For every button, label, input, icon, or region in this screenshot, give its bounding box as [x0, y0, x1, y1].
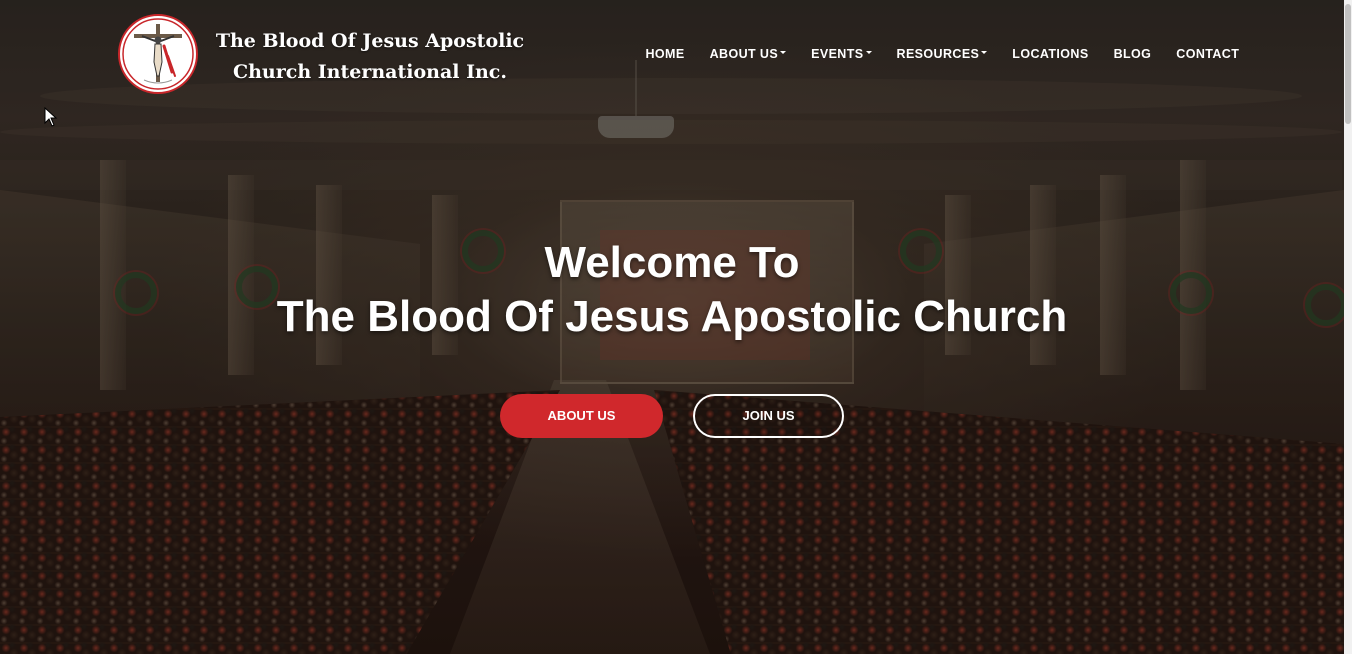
- page-scrollbar[interactable]: [1344, 0, 1352, 654]
- mouse-cursor-icon: [44, 107, 58, 127]
- nav-blog-label: BLOG: [1113, 47, 1152, 61]
- nav-locations[interactable]: LOCATIONS: [1000, 46, 1101, 62]
- crucifix-icon: [122, 18, 194, 90]
- caret-down-icon: [981, 51, 988, 55]
- hero-title-line-2: The Blood Of Jesus Apostolic Church: [276, 292, 1068, 341]
- nav-events-label: EVENTS: [811, 47, 864, 61]
- nav-home[interactable]: HOME: [633, 46, 697, 62]
- hero-section: The Blood Of Jesus Apostolic Church Inte…: [0, 0, 1352, 654]
- hero-title-line-1: Welcome To: [544, 238, 800, 287]
- nav-about-us[interactable]: ABOUT US: [697, 46, 798, 62]
- nav-resources-label: RESOURCES: [896, 47, 980, 61]
- caret-down-icon: [780, 51, 787, 55]
- about-us-button[interactable]: ABOUT US: [500, 394, 663, 438]
- nav-contact-label: CONTACT: [1176, 47, 1240, 61]
- main-nav: HOME ABOUT US EVENTS RESOURCES LOCATIONS…: [633, 46, 1252, 62]
- nav-about-us-label: ABOUT US: [709, 47, 779, 61]
- nav-events[interactable]: EVENTS: [799, 46, 884, 62]
- scrollbar-thumb[interactable]: [1345, 4, 1351, 124]
- hero-title: Welcome To The Blood Of Jesus Apostolic …: [0, 236, 1344, 344]
- nav-blog[interactable]: BLOG: [1101, 46, 1164, 62]
- join-us-button[interactable]: JOIN US: [693, 394, 844, 438]
- caret-down-icon: [865, 51, 872, 55]
- church-logo[interactable]: [118, 14, 198, 94]
- nav-locations-label: LOCATIONS: [1012, 47, 1089, 61]
- nav-home-label: HOME: [645, 47, 685, 61]
- brand-line-2: Church International Inc.: [233, 61, 507, 83]
- nav-contact[interactable]: CONTACT: [1164, 46, 1252, 62]
- nav-resources[interactable]: RESOURCES: [884, 46, 1000, 62]
- brand-name[interactable]: The Blood Of Jesus Apostolic Church Inte…: [205, 26, 535, 88]
- brand-line-1: The Blood Of Jesus Apostolic: [215, 30, 525, 52]
